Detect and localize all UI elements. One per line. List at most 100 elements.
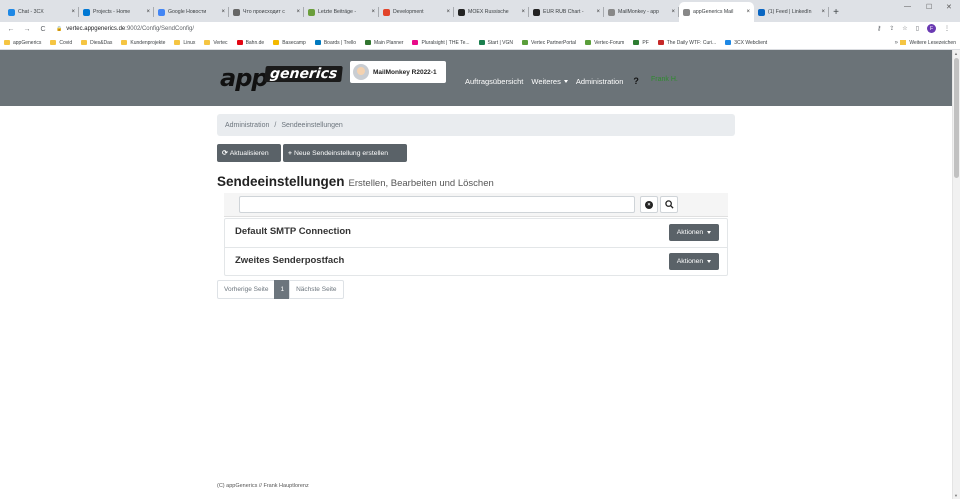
nav-administration[interactable]: Administration <box>576 77 624 86</box>
nav-weiteres-dropdown[interactable]: Weiteres <box>531 77 568 86</box>
bookmark-link[interactable]: Main Planner <box>364 40 403 46</box>
actions-label: Aktionen <box>676 229 704 236</box>
bookmark-link[interactable]: Boards | Trello <box>314 40 356 46</box>
nav-auftragsuebersicht[interactable]: Auftragsübersicht <box>465 77 523 86</box>
browser-tab[interactable]: MOEX Russische × <box>454 2 529 22</box>
chevron-down-icon <box>707 231 712 234</box>
breadcrumb: Administration / Sendeeinstellungen <box>217 114 735 136</box>
bookmark-favicon-icon <box>522 40 529 45</box>
tab-close-icon[interactable]: × <box>671 9 675 15</box>
bookmark-folder[interactable]: Vertec <box>204 39 228 46</box>
mailmonkey-brand[interactable]: MailMonkey R2022-1 <box>350 61 446 83</box>
browser-tab[interactable]: (1) Feed | LinkedIn × <box>754 2 829 22</box>
tab-close-icon[interactable]: × <box>446 9 450 15</box>
browser-tools: ⚷ ⇪ ☆ ▯ F ⋮ <box>877 24 950 33</box>
browser-tab[interactable]: Letzte Beiträge - × <box>304 2 379 22</box>
brand-name: MailMonkey R2022-1 <box>373 68 437 76</box>
bookmark-folder[interactable]: Covid <box>50 40 72 46</box>
bookmark-link[interactable]: The Daily WTF: Curi... <box>657 39 717 46</box>
profile-avatar[interactable]: F <box>927 24 936 33</box>
search-input[interactable] <box>239 196 635 213</box>
close-window-icon[interactable]: ✕ <box>946 3 952 11</box>
refresh-label: Aktualisieren <box>229 149 269 157</box>
tab-favicon-icon <box>233 8 240 16</box>
maximize-icon[interactable]: ☐ <box>926 3 932 11</box>
bookmark-folder[interactable]: Dies&Das <box>81 40 112 46</box>
bookmarks-overflow-chevron[interactable]: » <box>895 40 898 46</box>
folder-icon <box>50 40 57 45</box>
page-scrollbar[interactable]: ▲ ▼ <box>952 50 960 499</box>
reload-icon[interactable]: C <box>38 26 48 33</box>
tab-close-icon[interactable]: × <box>371 9 375 15</box>
bookmark-link[interactable]: Vertec-Forum <box>585 40 624 46</box>
main-nav: Auftragsübersicht Weiteres Administratio… <box>465 76 639 86</box>
other-bookmarks-folder[interactable]: Weitere Lesezeichen <box>900 40 956 46</box>
key-icon[interactable]: ⚷ <box>877 25 881 32</box>
browser-tab[interactable]: MailMonkey - app × <box>604 2 679 22</box>
menu-dots-icon[interactable]: ⋮ <box>944 25 950 32</box>
bookmark-star-icon[interactable]: ☆ <box>902 25 907 32</box>
back-icon[interactable]: ← <box>6 26 16 33</box>
browser-tab[interactable]: EUR RUB Chart - × <box>529 2 604 22</box>
breadcrumb-administration[interactable]: Administration <box>225 122 269 129</box>
tab-favicon-icon <box>158 8 165 16</box>
forward-icon[interactable]: → <box>22 26 32 33</box>
url-path: :9002/Config/SendConfig/ <box>125 26 194 32</box>
refresh-button[interactable]: ⟳ Aktualisieren <box>217 144 281 162</box>
scroll-up-arrow-icon[interactable]: ▲ <box>954 51 958 56</box>
bookmark-link[interactable]: Bahn.de <box>236 40 264 46</box>
tab-close-icon[interactable]: × <box>71 9 75 15</box>
user-link[interactable]: Frank H. <box>651 76 678 83</box>
bookmark-favicon-icon <box>364 40 371 45</box>
clear-search-button[interactable]: × <box>640 196 658 213</box>
bookmark-folder[interactable]: Kundenprojekte <box>121 40 165 46</box>
bookmark-link[interactable]: 3CX Webclient <box>725 40 767 46</box>
bookmark-label: The Daily WTF: Curi... <box>666 39 717 46</box>
prev-page-button[interactable]: Vorherige Seite <box>217 280 276 299</box>
tab-close-icon[interactable]: × <box>596 9 600 15</box>
tab-close-icon[interactable]: × <box>221 9 225 15</box>
side-panel-icon[interactable]: ▯ <box>916 25 919 32</box>
appgenerics-logo[interactable]: app generics <box>220 64 344 92</box>
tab-close-icon[interactable]: × <box>821 9 825 15</box>
tab-close-icon[interactable]: × <box>521 9 525 15</box>
browser-tab[interactable]: Development × <box>379 2 454 22</box>
send-setting-name[interactable]: Default SMTP Connection <box>235 226 351 237</box>
new-tab-button[interactable]: + <box>829 2 843 22</box>
list-item[interactable]: Zweites Senderpostfach Aktionen <box>225 248 727 277</box>
bookmark-label: Vertec <box>213 39 228 46</box>
scroll-down-arrow-icon[interactable]: ▼ <box>954 493 958 498</box>
scrollbar-thumb[interactable] <box>954 58 959 178</box>
chevron-down-icon <box>707 260 712 263</box>
bookmark-link[interactable]: Basecamp <box>273 40 306 46</box>
browser-tab[interactable]: Google Новости × <box>154 2 229 22</box>
actions-dropdown-button[interactable]: Aktionen <box>669 224 719 241</box>
url-field[interactable]: 🔒 vertec.appgenerics.de:9002/Config/Send… <box>56 24 896 35</box>
bookmark-label: Pluralsight | THE Te... <box>421 39 470 46</box>
send-setting-name[interactable]: Zweites Senderpostfach <box>235 255 344 266</box>
tab-close-icon[interactable]: × <box>746 9 750 15</box>
actions-dropdown-button[interactable]: Aktionen <box>669 253 719 270</box>
tab-close-icon[interactable]: × <box>296 9 300 15</box>
bookmark-folder[interactable]: appGenerics <box>4 40 41 46</box>
bookmark-link[interactable]: Vertec PartnerPortal <box>522 40 576 46</box>
bookmark-folder[interactable]: Linux <box>174 40 195 46</box>
browser-tab[interactable]: Projects - Home × <box>79 2 154 22</box>
share-icon[interactable]: ⇪ <box>889 25 894 32</box>
search-button[interactable] <box>660 196 678 213</box>
current-page[interactable]: 1 <box>274 280 291 299</box>
browser-tab-active[interactable]: appGenerics Mail × <box>679 2 754 22</box>
bookmark-label: Basecamp <box>282 39 306 46</box>
bookmark-link[interactable]: Start | VGN <box>478 40 513 46</box>
browser-tab[interactable]: Что происходит с × <box>229 2 304 22</box>
bookmark-link[interactable]: PF <box>633 40 649 46</box>
tab-close-icon[interactable]: × <box>146 9 150 15</box>
list-item[interactable]: Default SMTP Connection Aktionen <box>225 219 727 248</box>
next-page-button[interactable]: Nächste Seite <box>289 280 344 299</box>
browser-tab[interactable]: Chat - 3CX × <box>4 2 79 22</box>
new-send-setting-button[interactable]: + Neue Sendeinstellung erstellen <box>283 144 407 162</box>
minimize-icon[interactable]: — <box>904 3 911 10</box>
bookmark-link[interactable]: Pluralsight | THE Te... <box>412 39 470 46</box>
bookmark-favicon-icon <box>633 40 640 45</box>
help-icon[interactable]: ? <box>633 76 639 86</box>
